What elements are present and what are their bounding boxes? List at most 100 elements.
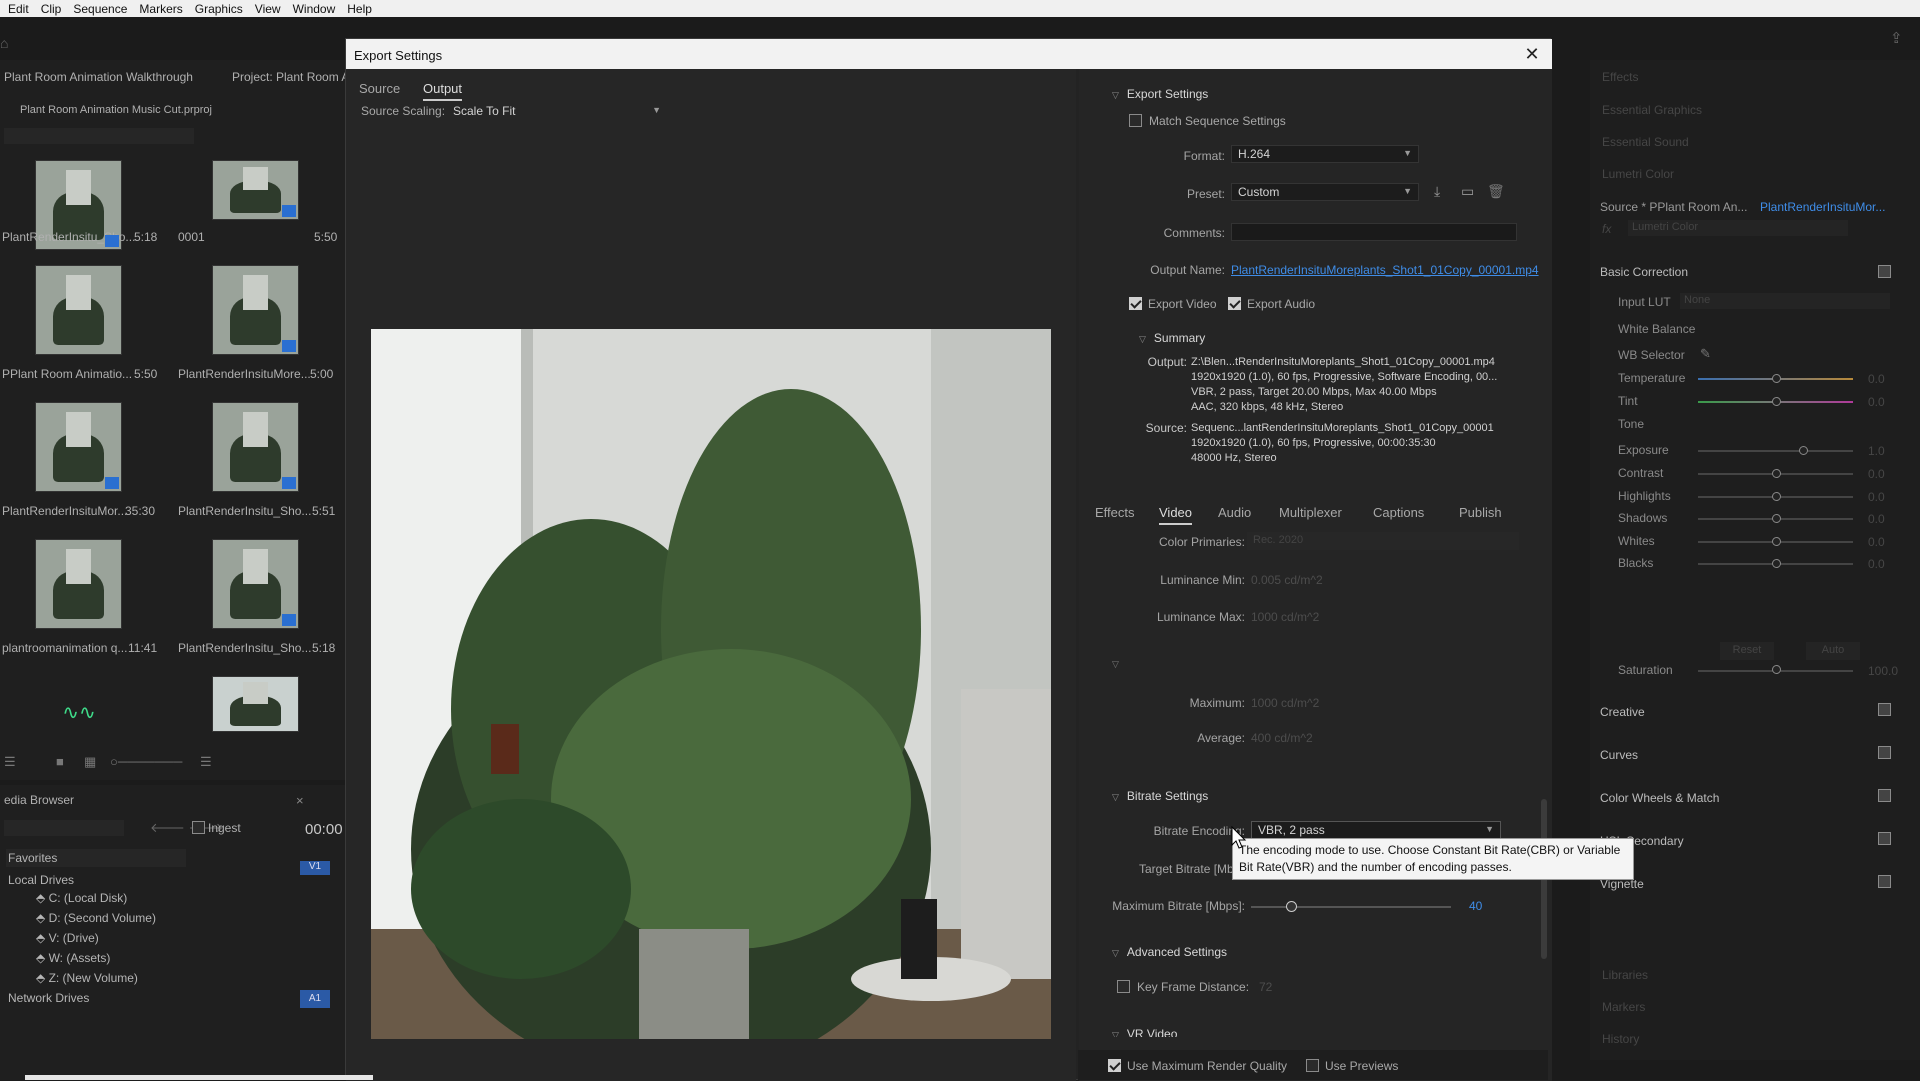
- key-frame-value[interactable]: 72: [1259, 980, 1272, 994]
- saturation-slider-handle[interactable]: [1771, 665, 1781, 674]
- tab-video[interactable]: Video: [1159, 505, 1193, 525]
- thumbnail[interactable]: [212, 402, 299, 492]
- drive-item[interactable]: ⬘ V: (Drive): [36, 931, 99, 945]
- panel-libraries[interactable]: Libraries: [1602, 968, 1648, 982]
- saturation-value[interactable]: 100.0: [1868, 664, 1898, 678]
- export-audio-checkbox[interactable]: [1228, 297, 1241, 310]
- menu-edit[interactable]: Edit: [8, 2, 29, 16]
- close-icon[interactable]: ×: [296, 793, 304, 808]
- lumetri-row-value[interactable]: 0.0: [1868, 535, 1885, 549]
- sort-icon[interactable]: ☰: [200, 754, 212, 770]
- key-frame-checkbox[interactable]: [1117, 980, 1130, 993]
- vignette-checkbox[interactable]: [1878, 875, 1891, 888]
- tab-publish[interactable]: Publish: [1459, 505, 1502, 520]
- curves-checkbox[interactable]: [1878, 746, 1891, 759]
- lumetri-row-value[interactable]: 0.0: [1868, 557, 1885, 571]
- list-view-icon[interactable]: ☰: [4, 754, 16, 770]
- source-scaling-dropdown[interactable]: Scale To Fit ▼: [446, 102, 668, 120]
- thumbnail[interactable]: [212, 676, 299, 732]
- track-a1[interactable]: A1: [300, 990, 330, 1008]
- export-video-checkbox[interactable]: [1129, 297, 1142, 310]
- lumetri-slider[interactable]: [1698, 450, 1853, 452]
- drive-item[interactable]: ⬘ D: (Second Volume): [36, 911, 156, 925]
- lumetri-row-value[interactable]: 0.0: [1868, 490, 1885, 504]
- basic-correction-checkbox[interactable]: [1878, 265, 1891, 278]
- tab-sequence[interactable]: Plant Room Animation Walkthrough: [4, 70, 193, 84]
- summary-header[interactable]: ▽ Summary: [1139, 331, 1205, 345]
- use-max-render-checkbox[interactable]: [1108, 1059, 1121, 1072]
- network-drives-item[interactable]: Network Drives: [8, 991, 89, 1005]
- lumetri-row-value[interactable]: 1.0: [1868, 444, 1885, 458]
- bitrate-settings-header[interactable]: ▽ Bitrate Settings: [1112, 789, 1208, 803]
- thumbnail[interactable]: [35, 402, 122, 492]
- color-wheels-checkbox[interactable]: [1878, 789, 1891, 802]
- thumbnail[interactable]: [35, 265, 122, 355]
- close-icon[interactable]: ✕: [1522, 44, 1542, 64]
- lumetri-row-value[interactable]: 0.0: [1868, 372, 1885, 386]
- import-preset-icon[interactable]: ▭: [1461, 183, 1474, 200]
- color-primaries-dropdown[interactable]: Rec. 2020: [1247, 532, 1519, 550]
- curves-header[interactable]: Curves: [1600, 748, 1638, 762]
- favorites-item[interactable]: Favorites: [6, 849, 186, 867]
- tab-captions[interactable]: Captions: [1373, 505, 1424, 520]
- creative-header[interactable]: Creative: [1600, 705, 1645, 719]
- menu-markers[interactable]: Markers: [139, 2, 182, 16]
- zoom-slider[interactable]: ○───────: [110, 754, 182, 769]
- drive-item[interactable]: ⬘ C: (Local Disk): [36, 891, 127, 905]
- panel-essential-sound[interactable]: Essential Sound: [1602, 135, 1689, 149]
- menu-graphics[interactable]: Graphics: [195, 2, 243, 16]
- lumetri-slider-handle[interactable]: [1799, 446, 1809, 455]
- panel-markers[interactable]: Markers: [1602, 1000, 1645, 1014]
- auto-button[interactable]: Auto: [1806, 642, 1860, 660]
- track-v1[interactable]: V1: [300, 861, 330, 875]
- creative-checkbox[interactable]: [1878, 703, 1891, 716]
- luminance-max-value[interactable]: 1000 cd/m^2: [1251, 610, 1319, 624]
- lumetri-slider-handle[interactable]: [1771, 559, 1781, 568]
- color-wheels-header[interactable]: Color Wheels & Match: [1600, 791, 1719, 805]
- project-search-input[interactable]: [4, 128, 194, 144]
- menu-clip[interactable]: Clip: [41, 2, 62, 16]
- effect-dropdown[interactable]: Lumetri Color: [1628, 220, 1848, 236]
- use-previews-checkbox[interactable]: [1306, 1059, 1319, 1072]
- reset-button[interactable]: Reset: [1720, 642, 1774, 660]
- lumetri-slider-handle[interactable]: [1771, 397, 1781, 406]
- source-clip-label[interactable]: Source * PPlant Room An...: [1600, 200, 1747, 214]
- max-bitrate-slider[interactable]: [1251, 906, 1451, 908]
- lumetri-row-value[interactable]: 0.0: [1868, 512, 1885, 526]
- eyedropper-icon[interactable]: ✎: [1700, 346, 1711, 362]
- maximum-value[interactable]: 1000 cd/m^2: [1251, 696, 1319, 710]
- lumetri-slider-handle[interactable]: [1771, 537, 1781, 546]
- drive-item[interactable]: ⬘ Z: (New Volume): [36, 971, 138, 985]
- chevron-down-icon[interactable]: ▽: [1112, 659, 1119, 670]
- comments-input[interactable]: [1231, 223, 1517, 241]
- hsl-secondary-checkbox[interactable]: [1878, 832, 1891, 845]
- menu-window[interactable]: Window: [293, 2, 336, 16]
- panel-essential-graphics[interactable]: Essential Graphics: [1602, 103, 1702, 117]
- ingest-checkbox[interactable]: [192, 821, 205, 834]
- thumbnail[interactable]: [35, 539, 122, 629]
- lumetri-slider-handle[interactable]: [1771, 374, 1781, 383]
- lumetri-slider-handle[interactable]: [1771, 514, 1781, 523]
- thumbnail[interactable]: [212, 265, 299, 355]
- icon-view-icon[interactable]: ■: [56, 754, 64, 769]
- advanced-settings-header[interactable]: ▽ Advanced Settings: [1112, 945, 1227, 959]
- freeform-view-icon[interactable]: ▦: [84, 754, 96, 770]
- sequence-clip-link[interactable]: PlantRenderInsituMor...: [1760, 200, 1885, 214]
- thumbnail[interactable]: [212, 539, 299, 629]
- delete-preset-icon[interactable]: 🗑: [1487, 183, 1505, 200]
- match-sequence-checkbox[interactable]: [1129, 114, 1142, 127]
- media-search-input[interactable]: [4, 820, 124, 836]
- panel-lumetri-color[interactable]: Lumetri Color: [1602, 167, 1674, 181]
- tab-multiplexer[interactable]: Multiplexer: [1279, 505, 1342, 520]
- luminance-min-value[interactable]: 0.005 cd/m^2: [1251, 573, 1323, 587]
- bitrate-encoding-dropdown[interactable]: VBR, 2 pass ▼: [1251, 821, 1501, 839]
- tab-output[interactable]: Output: [423, 81, 463, 101]
- vr-video-header[interactable]: ▽ VR Video: [1112, 1027, 1177, 1037]
- export-settings-header[interactable]: ▽ Export Settings: [1112, 87, 1208, 101]
- local-drives-item[interactable]: Local Drives: [6, 871, 186, 889]
- output-name-link[interactable]: PlantRenderInsituMoreplants_Shot1_01Copy…: [1231, 263, 1539, 277]
- tab-effects[interactable]: Effects: [1095, 505, 1135, 520]
- preset-dropdown[interactable]: Custom ▼: [1231, 183, 1419, 201]
- max-bitrate-slider-handle[interactable]: [1286, 901, 1297, 912]
- panel-effects[interactable]: Effects: [1602, 70, 1638, 84]
